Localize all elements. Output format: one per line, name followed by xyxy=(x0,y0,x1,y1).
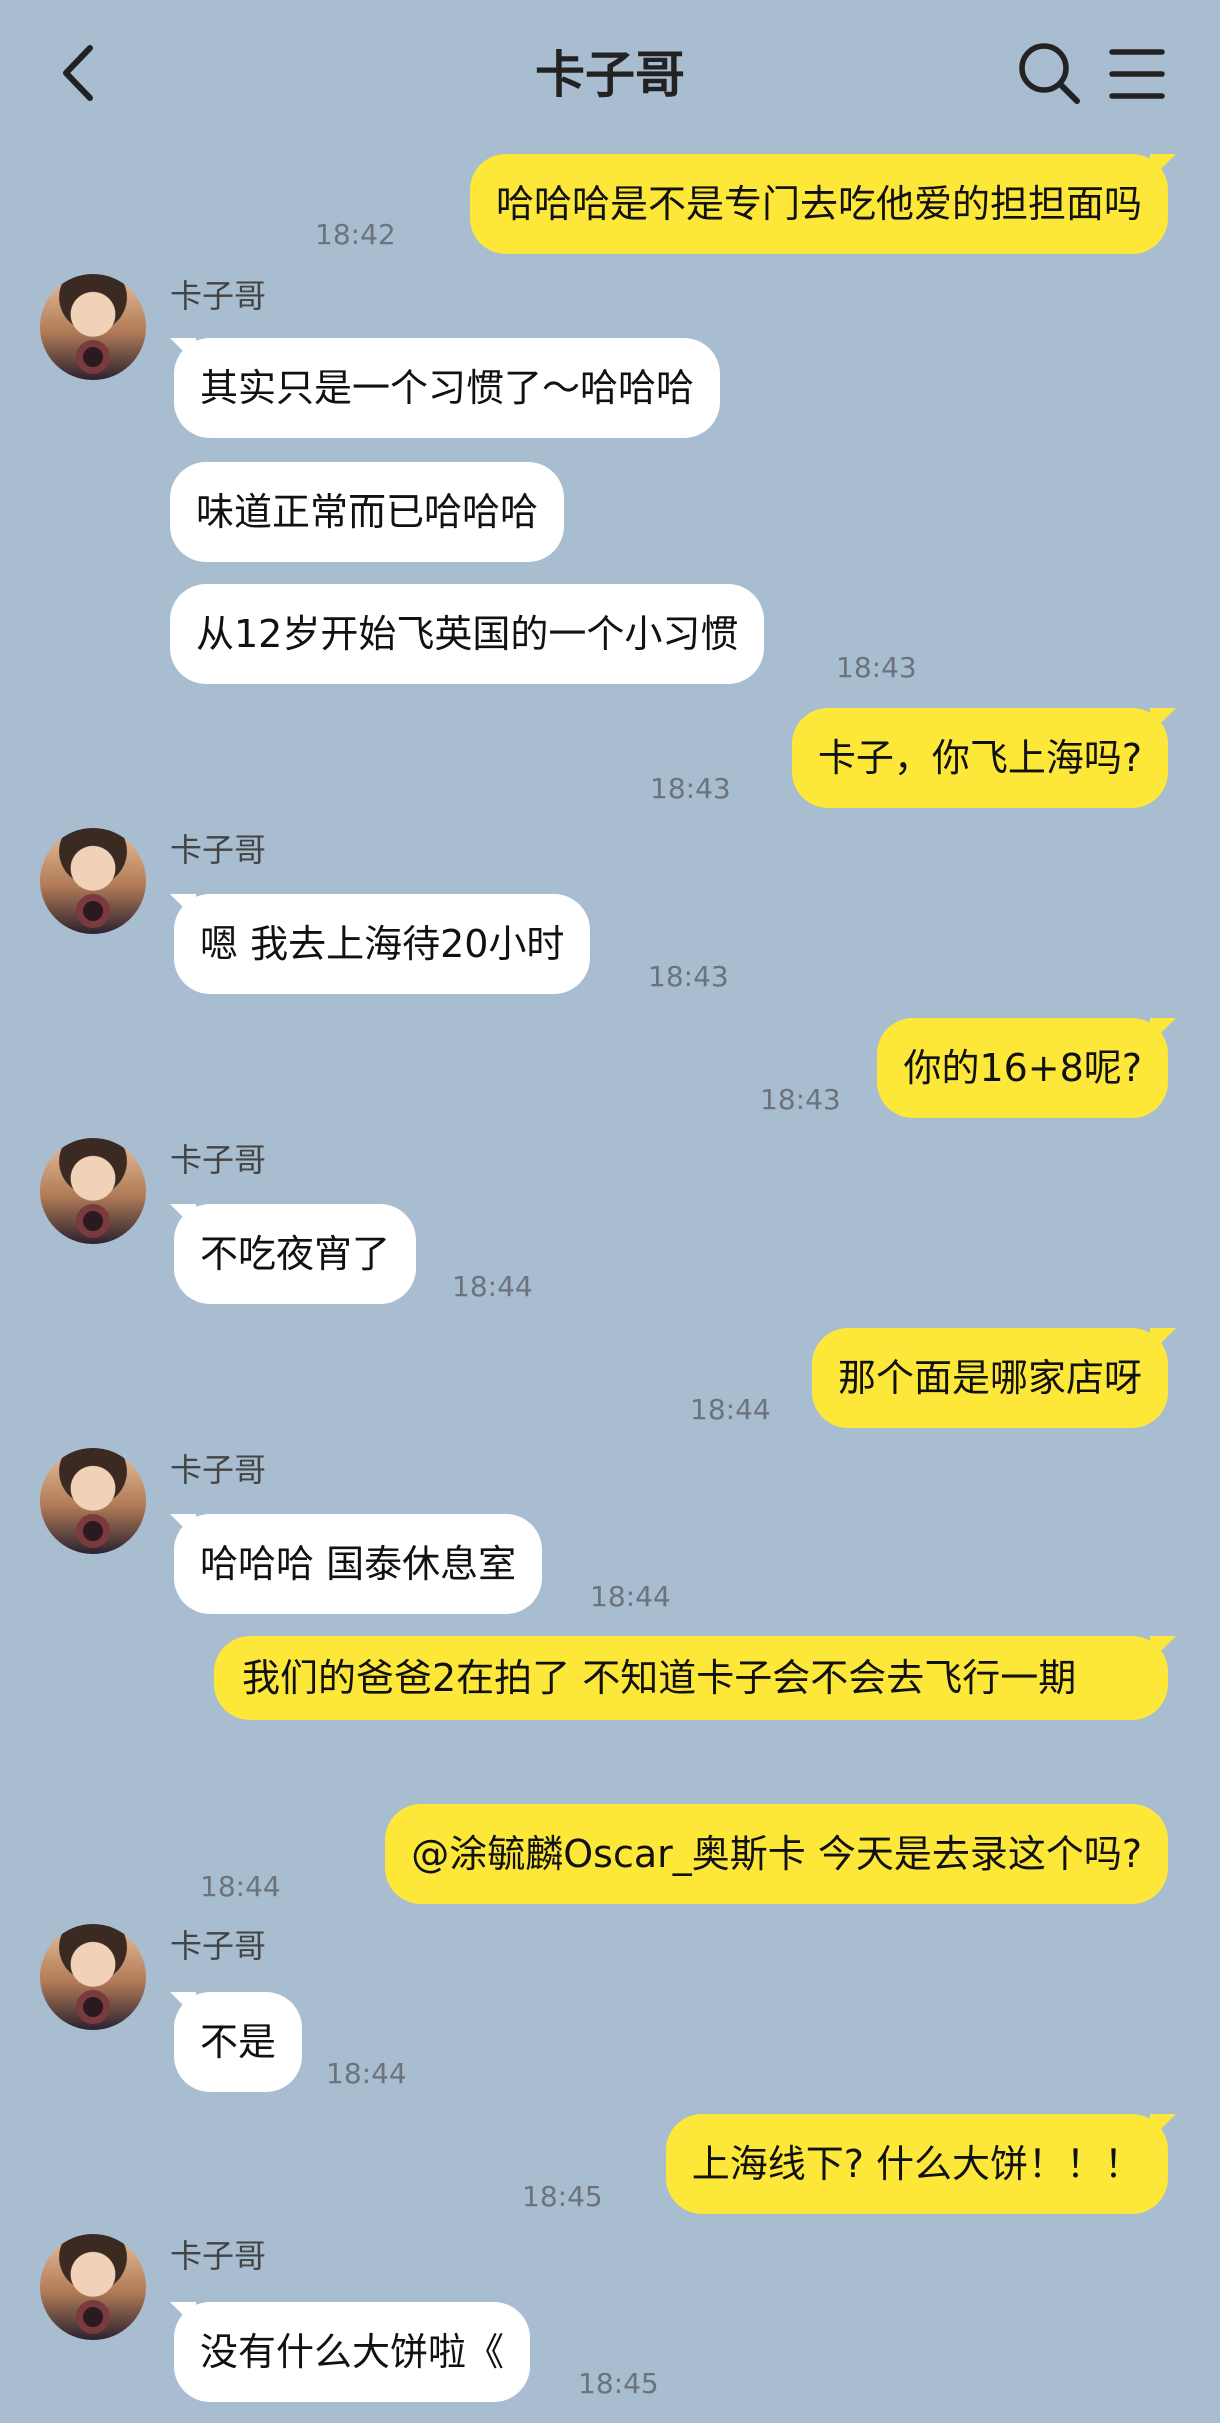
avatar[interactable] xyxy=(40,1448,146,1554)
message-bubble-mine[interactable]: 哈哈哈是不是专门去吃他爱的担担面吗 xyxy=(469,154,1168,254)
message-bubble-theirs[interactable]: 没有什么大饼啦《 xyxy=(174,2302,531,2402)
avatar[interactable] xyxy=(40,1138,146,1244)
message-bubble-theirs[interactable]: 嗯 我去上海待20小时 xyxy=(174,894,591,994)
avatar[interactable] xyxy=(40,274,146,380)
message-time: 18:42 xyxy=(315,218,396,251)
message-time: 18:43 xyxy=(648,960,729,993)
message-time: 18:43 xyxy=(760,1083,841,1116)
message-bubble-theirs[interactable]: 味道正常而已哈哈哈 xyxy=(170,462,565,562)
sender-name: 卡子哥 xyxy=(170,277,267,315)
message-bubble-theirs[interactable]: 从12岁开始飞英国的一个小习惯 xyxy=(170,584,765,684)
message-bubble-theirs[interactable]: 其实只是一个习惯了～哈哈哈 xyxy=(174,338,721,438)
message-bubble-mine[interactable]: 那个面是哪家店呀 xyxy=(811,1328,1168,1428)
menu-icon xyxy=(1109,49,1165,99)
search-icon xyxy=(1019,43,1080,104)
chat-header: 卡子哥 xyxy=(0,0,1220,145)
avatar[interactable] xyxy=(40,828,146,934)
message-time: 18:45 xyxy=(578,2367,659,2400)
message-bubble-mine[interactable]: 卡子，你飞上海吗? xyxy=(791,708,1168,808)
message-bubble-mine[interactable]: @涂毓麟Oscar_奥斯卡 今天是去录这个吗? xyxy=(385,1804,1168,1904)
sender-name: 卡子哥 xyxy=(170,1927,267,1965)
message-time: 18:44 xyxy=(200,1870,281,1903)
message-bubble-mine[interactable]: 我们的爸爸2在拍了 不知道卡子会不会去飞行一期 xyxy=(214,1636,1168,1720)
message-bubble-theirs[interactable]: 不吃夜宵了 xyxy=(174,1204,417,1304)
sender-name: 卡子哥 xyxy=(170,831,267,869)
message-time: 18:43 xyxy=(836,651,917,684)
message-time: 18:45 xyxy=(522,2180,603,2213)
message-bubble-mine[interactable]: 你的16+8呢? xyxy=(877,1018,1168,1118)
message-time: 18:44 xyxy=(590,1580,671,1613)
message-time: 18:43 xyxy=(650,772,731,805)
message-time: 18:44 xyxy=(452,1270,533,1303)
menu-button[interactable] xyxy=(1106,44,1168,104)
message-bubble-theirs[interactable]: 哈哈哈 国泰休息室 xyxy=(174,1514,543,1614)
avatar[interactable] xyxy=(40,1924,146,2030)
sender-name: 卡子哥 xyxy=(170,2237,267,2275)
sender-name: 卡子哥 xyxy=(170,1451,267,1489)
search-button[interactable] xyxy=(1016,40,1082,106)
sender-name: 卡子哥 xyxy=(170,1141,267,1179)
message-time: 18:44 xyxy=(690,1393,771,1426)
message-time: 18:44 xyxy=(326,2057,407,2090)
avatar[interactable] xyxy=(40,2234,146,2340)
message-bubble-mine[interactable]: 上海线下? 什么大饼！！！ xyxy=(665,2114,1168,2214)
